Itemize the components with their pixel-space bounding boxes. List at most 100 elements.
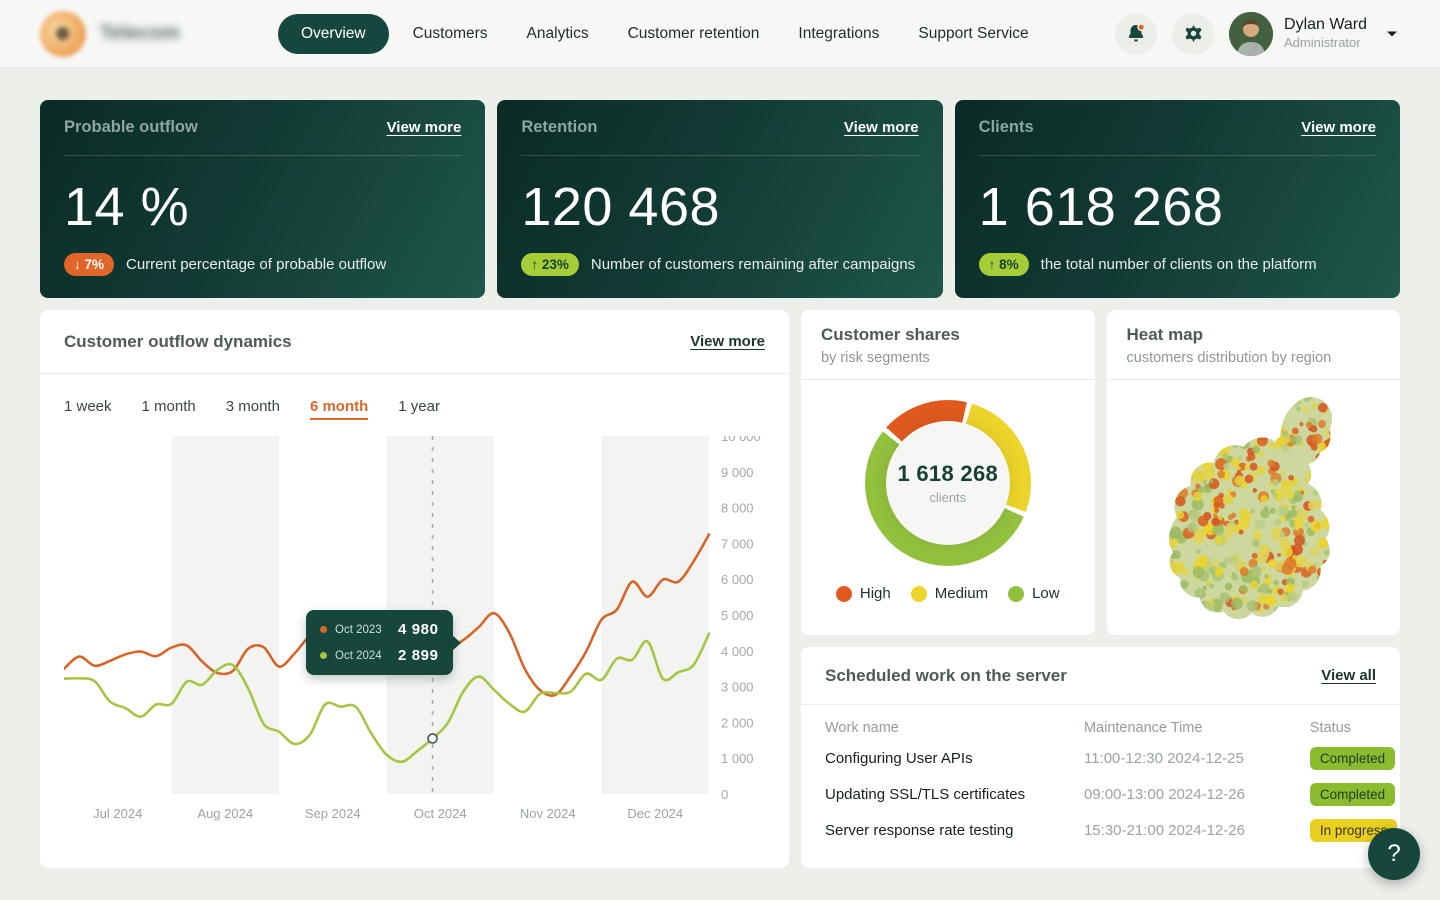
svg-text:2 000: 2 000 <box>721 715 754 730</box>
kpi-description: Number of customers remaining after camp… <box>591 256 915 273</box>
kpi-footer: ↑ 23%Number of customers remaining after… <box>521 253 918 276</box>
dashboard-row: Customer outflow dynamics View more 1 we… <box>40 310 1400 868</box>
tooltip-series-label: Oct 2024 <box>335 650 390 662</box>
kpi-card-clients: ClientsView more1 618 268↑ 8%the total n… <box>955 100 1400 298</box>
scheduled-view-all-link[interactable]: View all <box>1321 667 1376 684</box>
dashboard-content: Probable outflowView more14 %↓ 7%Current… <box>0 68 1440 868</box>
svg-text:9 000: 9 000 <box>721 465 754 480</box>
kpi-title: Probable outflow <box>64 118 198 137</box>
outflow-card-title: Customer outflow dynamics <box>64 332 292 352</box>
col-work-name: Work name <box>825 720 1084 736</box>
maintenance-time-cell: 09:00-13:00 2024-12-26 <box>1084 786 1310 803</box>
top-bar: Telecom OverviewCustomersAnalyticsCustom… <box>0 0 1440 68</box>
work-name-cell: Server response rate testing <box>825 822 1084 839</box>
heat-map-card: Heat map customers distribution by regio… <box>1107 310 1401 635</box>
nav-item-analytics[interactable]: Analytics <box>512 15 604 53</box>
kpi-trend-badge: ↑ 8% <box>979 253 1029 276</box>
chevron-down-icon[interactable] <box>1384 26 1400 42</box>
maintenance-time-cell: 15:30-21:00 2024-12-26 <box>1084 822 1310 839</box>
header-actions: Dylan Ward Administrator <box>1115 12 1400 56</box>
work-table-row[interactable]: Updating SSL/TLS certificates09:00-13:00… <box>825 776 1376 812</box>
nav-item-overview[interactable]: Overview <box>278 14 389 54</box>
brand-logo[interactable]: Telecom <box>40 11 226 57</box>
brand-logo-icon <box>40 11 86 57</box>
donut-total-label: clients <box>929 490 966 505</box>
work-table-row[interactable]: Server response rate testing15:30-21:00 … <box>825 812 1376 848</box>
col-status: Status <box>1310 720 1376 736</box>
user-name: Dylan Ward <box>1284 15 1367 35</box>
work-table: Work name Maintenance Time Status Config… <box>801 705 1400 848</box>
range-tab-6-month[interactable]: 6 month <box>310 398 368 420</box>
kpi-trend-badge: ↓ 7% <box>64 253 114 276</box>
nav-item-customer-retention[interactable]: Customer retention <box>613 15 775 53</box>
donut-center: 1 618 268 clients <box>886 421 1010 545</box>
nav-item-integrations[interactable]: Integrations <box>783 15 894 53</box>
outflow-chart[interactable]: 10 0009 0008 0007 0006 0005 0004 0003 00… <box>40 422 789 839</box>
settings-button[interactable] <box>1172 13 1214 55</box>
shares-card-subtitle: by risk segments <box>821 350 1075 366</box>
help-icon: ? <box>1387 840 1400 868</box>
work-name-cell: Configuring User APIs <box>825 750 1084 767</box>
nav-item-customers[interactable]: Customers <box>398 15 503 53</box>
legend-dot <box>836 586 852 602</box>
svg-text:4 000: 4 000 <box>721 644 754 659</box>
legend-item-medium[interactable]: Medium <box>911 585 988 602</box>
svg-text:Oct 2024: Oct 2024 <box>414 806 467 821</box>
notifications-button[interactable] <box>1115 13 1157 55</box>
kpi-cards: Probable outflowView more14 %↓ 7%Current… <box>40 100 1400 298</box>
svg-text:Dec 2024: Dec 2024 <box>627 806 683 821</box>
outflow-dynamics-card: Customer outflow dynamics View more 1 we… <box>40 310 789 868</box>
kpi-title: Clients <box>979 118 1034 137</box>
scheduled-work-card: Scheduled work on the server View all Wo… <box>801 647 1400 868</box>
heatmap-card-title: Heat map <box>1127 325 1381 345</box>
range-tab-3-month[interactable]: 3 month <box>226 398 280 420</box>
tooltip-series-value: 4 980 <box>398 621 439 638</box>
svg-text:10 000: 10 000 <box>721 436 761 444</box>
kpi-view-more-link[interactable]: View more <box>387 119 462 136</box>
svg-text:0: 0 <box>721 787 728 802</box>
work-name-cell: Updating SSL/TLS certificates <box>825 786 1084 803</box>
user-menu[interactable]: Dylan Ward Administrator <box>1229 12 1400 56</box>
nav-item-support-service[interactable]: Support Service <box>903 15 1043 53</box>
risk-legend: High Medium Low <box>836 585 1060 602</box>
legend-item-low[interactable]: Low <box>1008 585 1060 602</box>
heatmap-card-subtitle: customers distribution by region <box>1127 350 1381 366</box>
svg-text:5 000: 5 000 <box>721 608 754 623</box>
legend-dot <box>1008 586 1024 602</box>
col-maintenance-time: Maintenance Time <box>1084 720 1310 736</box>
status-badge: Completed <box>1310 747 1395 770</box>
help-button[interactable]: ? <box>1368 828 1420 880</box>
tooltip-row: Oct 20234 980 <box>320 621 439 638</box>
kpi-view-more-link[interactable]: View more <box>844 119 919 136</box>
bell-icon <box>1124 22 1148 46</box>
kpi-value: 1 618 268 <box>979 176 1376 238</box>
tooltip-series-value: 2 899 <box>398 647 439 664</box>
work-table-rows: Configuring User APIs11:00-12:30 2024-12… <box>825 740 1376 848</box>
kpi-view-more-link[interactable]: View more <box>1301 119 1376 136</box>
kpi-card-probable-outflow: Probable outflowView more14 %↓ 7%Current… <box>40 100 485 298</box>
user-meta: Dylan Ward Administrator <box>1284 15 1367 51</box>
outflow-view-more-link[interactable]: View more <box>690 333 765 350</box>
legend-item-high[interactable]: High <box>836 585 891 602</box>
work-table-header: Work name Maintenance Time Status <box>825 720 1376 740</box>
svg-text:Nov 2024: Nov 2024 <box>520 806 576 821</box>
right-column: Customer shares by risk segments 1 618 2… <box>801 310 1400 868</box>
kpi-card-retention: RetentionView more 120 468 ↑ 23%Number of … <box>497 100 942 298</box>
shares-card-title: Customer shares <box>821 325 1075 345</box>
region-heat-map[interactable] <box>1130 384 1376 622</box>
donut-total-value: 1 618 268 <box>897 461 998 487</box>
time-range-tabs: 1 week 1 month 3 month 6 month 1 year <box>40 374 789 422</box>
kpi-card-header: RetentionView more <box>521 100 918 156</box>
tooltip-row: Oct 2024 2 899 <box>320 647 439 664</box>
svg-text:Jul 2024: Jul 2024 <box>93 806 142 821</box>
svg-text:3 000: 3 000 <box>721 680 754 695</box>
range-tab-1-year[interactable]: 1 year <box>398 398 440 420</box>
customer-shares-card: Customer shares by risk segments 1 618 2… <box>801 310 1095 635</box>
work-table-row[interactable]: Configuring User APIs11:00-12:30 2024-12… <box>825 740 1376 776</box>
range-tab-1-month[interactable]: 1 month <box>142 398 196 420</box>
kpi-value: 120 468 <box>521 176 918 238</box>
tooltip-series-dot <box>320 626 327 633</box>
range-tab-1-week[interactable]: 1 week <box>64 398 112 420</box>
risk-donut-chart[interactable]: 1 618 268 clients <box>865 400 1031 566</box>
svg-text:6 000: 6 000 <box>721 572 754 587</box>
